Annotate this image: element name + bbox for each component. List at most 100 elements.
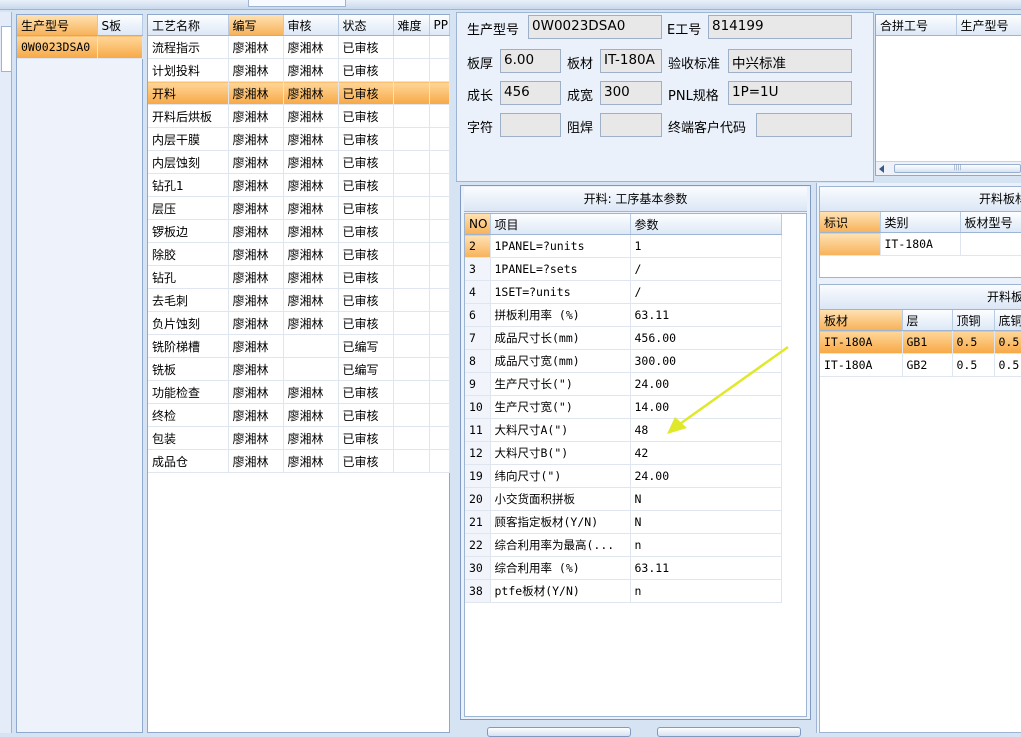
process-grid-row[interactable]: 开料后烘板 廖湘林 廖湘林 已审核 bbox=[148, 104, 450, 128]
params-grid-header-2[interactable]: 参数 bbox=[630, 214, 782, 235]
board-grid-row[interactable]: IT-180A bbox=[820, 232, 1021, 256]
params-grid-row[interactable]: 30 综合利用率 (%) 63.11 bbox=[465, 556, 782, 580]
scroll-thumb[interactable]: |||| bbox=[894, 164, 1021, 173]
params-grid-cell: 21 bbox=[465, 510, 491, 534]
copper-grid-header-3[interactable]: 底铜 bbox=[994, 310, 1021, 331]
copper-grid-cell: IT-180A bbox=[820, 330, 903, 354]
board-grid-header-1[interactable]: 类别 bbox=[880, 212, 961, 233]
params-grid-header-1[interactable]: 项目 bbox=[490, 214, 631, 235]
merge-grid-header-0[interactable]: 合拼工号 bbox=[876, 15, 957, 36]
merge-grid-header-1[interactable]: 生产型号 bbox=[956, 15, 1021, 36]
params-title: 开料: 工序基本参数 bbox=[464, 187, 807, 212]
toolbox-button[interactable] bbox=[1, 26, 12, 72]
params-grid-row[interactable]: 19 纬向尺寸(") 24.00 bbox=[465, 464, 782, 488]
process-grid: 工艺名称 编写 审核 状态 难度 PP 流程指示 廖湘林 廖湘林 已审核 计划投料 廖湘林 廖湘林 已审… bbox=[148, 15, 450, 473]
params-grid-cell: 综合利用率 (%) bbox=[490, 556, 631, 580]
process-grid-cell: 已编写 bbox=[338, 334, 394, 358]
process-grid-header-3[interactable]: 状态 bbox=[338, 15, 394, 36]
params-grid-cell: 小交货面积拼板 bbox=[490, 487, 631, 511]
model-grid-header-1[interactable]: S板 bbox=[97, 15, 143, 36]
customer-code-field[interactable] bbox=[756, 113, 852, 137]
width-field[interactable]: 300 bbox=[600, 81, 662, 105]
process-grid-row[interactable]: 层压 廖湘林 廖湘林 已审核 bbox=[148, 196, 450, 220]
process-grid-row[interactable]: 终检 廖湘林 廖湘林 已审核 bbox=[148, 403, 450, 427]
process-grid-cell: 廖湘林 bbox=[228, 265, 284, 289]
process-grid-row[interactable]: 锣板边 廖湘林 廖湘林 已审核 bbox=[148, 219, 450, 243]
params-grid-cell: 6 bbox=[465, 303, 491, 327]
process-grid-header-2[interactable]: 审核 bbox=[283, 15, 339, 36]
process-grid-row[interactable]: 包装 廖湘林 廖湘林 已审核 bbox=[148, 426, 450, 450]
model-grid-cell: 0W0023DSA0 bbox=[17, 35, 98, 59]
process-grid-row[interactable]: 钻孔 廖湘林 廖湘林 已审核 bbox=[148, 265, 450, 289]
process-grid-row[interactable]: 内层蚀刻 廖湘林 廖湘林 已审核 bbox=[148, 150, 450, 174]
copper-grid-header-0[interactable]: 板材 bbox=[820, 310, 903, 331]
params-grid-cell: 拼板利用率 (%) bbox=[490, 303, 631, 327]
merge-grid-scrollbar[interactable]: |||| bbox=[876, 161, 1021, 175]
params-grid-row[interactable]: 12 大料尺寸B(") 42 bbox=[465, 441, 782, 465]
process-grid-row[interactable]: 负片蚀刻 廖湘林 廖湘林 已审核 bbox=[148, 311, 450, 335]
process-grid-row[interactable]: 钻孔1 廖湘林 廖湘林 已审核 bbox=[148, 173, 450, 197]
e-number-field[interactable]: 814199 bbox=[708, 15, 852, 39]
process-grid-row[interactable]: 铣阶梯槽 廖湘林 已编写 bbox=[148, 334, 450, 358]
process-grid-header-0[interactable]: 工艺名称 bbox=[148, 15, 229, 36]
material-field[interactable]: IT-180A bbox=[600, 49, 662, 73]
copper-grid-row[interactable]: IT-180A GB2 0.5 0.5 bbox=[820, 353, 1021, 377]
params-grid-row[interactable]: 2 1PANEL=?units 1 bbox=[465, 234, 782, 258]
process-grid-row[interactable]: 成品仓 廖湘林 廖湘林 已审核 bbox=[148, 449, 450, 473]
params-grid-row[interactable]: 4 1SET=?units / bbox=[465, 280, 782, 304]
scroll-left-arrow-icon[interactable] bbox=[879, 165, 884, 173]
params-grid-cell: 顾客指定板材(Y/N) bbox=[490, 510, 631, 534]
process-grid-cell bbox=[429, 219, 450, 243]
standard-field[interactable]: 中兴标准 bbox=[728, 49, 852, 73]
process-grid-cell bbox=[393, 219, 430, 243]
copper-grid-header-1[interactable]: 层 bbox=[902, 310, 953, 331]
model-grid-row[interactable]: 0W0023DSA0 bbox=[17, 35, 143, 59]
process-grid-cell: 铣板 bbox=[148, 357, 229, 381]
params-grid-header-0[interactable]: NO bbox=[465, 214, 491, 235]
process-grid-header-4[interactable]: 难度 bbox=[393, 15, 430, 36]
params-grid-row[interactable]: 22 综合利用率为最高(... n bbox=[465, 533, 782, 557]
process-grid-cell: 开料后烘板 bbox=[148, 104, 229, 128]
copper-grid-header-2[interactable]: 顶铜 bbox=[952, 310, 995, 331]
params-grid-cell: n bbox=[630, 533, 782, 557]
process-grid-row[interactable]: 除胶 廖湘林 廖湘林 已审核 bbox=[148, 242, 450, 266]
model-grid-header-0[interactable]: 生产型号 bbox=[17, 15, 98, 36]
params-grid-row[interactable]: 3 1PANEL=?sets / bbox=[465, 257, 782, 281]
process-grid-row[interactable]: 铣板 廖湘林 已编写 bbox=[148, 357, 450, 381]
params-grid-row[interactable]: 6 拼板利用率 (%) 63.11 bbox=[465, 303, 782, 327]
process-grid-cell bbox=[393, 104, 430, 128]
process-grid-row[interactable]: 开料 廖湘林 廖湘林 已审核 bbox=[148, 81, 450, 105]
params-grid-row[interactable]: 21 顾客指定板材(Y/N) N bbox=[465, 510, 782, 534]
thickness-field[interactable]: 6.00 bbox=[500, 49, 561, 73]
board-grid-header-2[interactable]: 板材型号 bbox=[960, 212, 1021, 233]
toolbar-tab[interactable] bbox=[248, 0, 346, 7]
merge-grid-panel: 合拼工号 生产型号 |||| bbox=[875, 14, 1021, 176]
merge-grid: 合拼工号 生产型号 bbox=[876, 15, 1021, 36]
length-field[interactable]: 456 bbox=[500, 81, 561, 105]
board-grid-header-0[interactable]: 标识 bbox=[820, 212, 881, 233]
process-grid-cell bbox=[393, 35, 430, 59]
process-grid-cell bbox=[429, 196, 450, 220]
params-grid-cell: / bbox=[630, 257, 782, 281]
process-grid-row[interactable]: 内层干膜 廖湘林 廖湘林 已审核 bbox=[148, 127, 450, 151]
process-grid-row[interactable]: 去毛刺 廖湘林 廖湘林 已审核 bbox=[148, 288, 450, 312]
model-field[interactable]: 0W0023DSA0 bbox=[528, 15, 662, 39]
copper-grid-row[interactable]: IT-180A GB1 0.5 0.5 bbox=[820, 330, 1021, 354]
params-grid-cell: 3 bbox=[465, 257, 491, 281]
solder-mask-field[interactable] bbox=[600, 113, 662, 137]
process-grid-row[interactable]: 流程指示 廖湘林 廖湘林 已审核 bbox=[148, 35, 450, 59]
customer-code-label: 终端客户代码 bbox=[668, 121, 747, 136]
copper-grid-cell: 0.5 bbox=[994, 330, 1021, 354]
bottom-left-button[interactable] bbox=[487, 727, 631, 737]
process-grid-row[interactable]: 功能检查 廖湘林 廖湘林 已审核 bbox=[148, 380, 450, 404]
pnl-field[interactable]: 1P=1U bbox=[728, 81, 852, 105]
params-grid-row[interactable]: 38 ptfe板材(Y/N) n bbox=[465, 579, 782, 603]
params-grid-row[interactable]: 20 小交货面积拼板 N bbox=[465, 487, 782, 511]
process-grid-header-5[interactable]: PP bbox=[429, 15, 450, 36]
process-grid-header-1[interactable]: 编写 bbox=[228, 15, 284, 36]
copper-grid-cell: IT-180A bbox=[820, 353, 903, 377]
bottom-right-button[interactable] bbox=[657, 727, 801, 737]
char-field[interactable] bbox=[500, 113, 561, 137]
process-grid-row[interactable]: 计划投料 廖湘林 廖湘林 已审核 bbox=[148, 58, 450, 82]
process-grid-cell: 除胶 bbox=[148, 242, 229, 266]
